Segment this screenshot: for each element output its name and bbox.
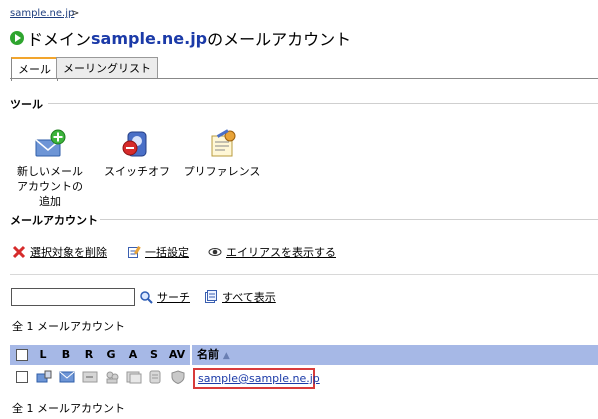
group-edit-label: 一括設定 [145,246,189,259]
redirect-icon [82,371,98,383]
tool-add-mail-account[interactable]: 新しいメールアカウントの追加 [10,128,90,209]
column-header-a[interactable]: A [126,345,140,365]
tab-mailing-list-label: メーリングリスト [63,62,151,75]
column-header-g[interactable]: G [104,345,118,365]
accounts-divider [100,219,598,220]
delete-selected-label: 選択対象を削除 [30,246,107,259]
tool-add-mail-account-label: 新しいメールアカウントの追加 [17,165,83,208]
group-edit-icon [128,246,141,258]
breadcrumb-link[interactable]: sample.ne.jp [10,8,74,19]
group-icon [106,371,119,384]
actions-divider [10,274,598,275]
autoresponder-icon [126,371,142,384]
column-header-b[interactable]: B [59,345,73,365]
breadcrumb-separator: > [71,8,80,19]
account-count-bottom: 全 1 メールアカウント [12,402,125,415]
sort-asc-icon: ▲ [222,351,230,361]
search-button[interactable]: サーチ [139,289,190,305]
show-aliases-button[interactable]: エイリアスを表示する [208,244,336,260]
column-header-av[interactable]: AV [167,345,187,365]
show-aliases-label: エイリアスを表示する [226,246,336,259]
mailbox-icon [59,371,75,383]
select-all-checkbox[interactable] [16,349,28,361]
accounts-section-title: メールアカウント [10,214,98,227]
column-header-r[interactable]: R [82,345,96,365]
column-header-name[interactable]: 名前 ▲ [197,345,230,365]
search-icon [140,291,153,304]
tool-switch-off[interactable]: スイッチオフ [97,128,177,179]
tools-divider [48,103,598,104]
antivirus-shield-icon [171,370,185,384]
tab-mail-label: メール [18,63,51,76]
go-arrow-icon [10,31,24,45]
delete-icon [12,245,26,259]
tool-preferences-label: プリファレンス [183,165,261,178]
group-edit-button[interactable]: 一括設定 [127,244,189,260]
tool-preferences[interactable]: プリファレンス [182,128,262,179]
mail-add-icon [35,129,66,157]
column-header-l[interactable]: L [36,345,50,365]
search-label: サーチ [157,291,190,304]
table-header [10,345,598,365]
login-enabled-icon [36,370,52,383]
column-header-s[interactable]: S [147,345,161,365]
spam-filter-icon [149,370,161,384]
title-prefix: ドメイン [27,30,92,49]
page-title: ドメイン sample.ne.jp のメールアカウント [10,26,351,50]
account-email-link[interactable]: sample@sample.ne.jp [193,368,320,389]
eye-icon [208,248,222,256]
title-domain: sample.ne.jp [91,28,208,48]
preferences-icon [211,129,236,157]
account-count-top: 全 1 メールアカウント [12,320,125,333]
delete-selected-button[interactable]: 選択対象を削除 [12,244,107,260]
show-all-label: すべて表示 [222,291,276,304]
tab-baseline [10,78,598,79]
row-checkbox[interactable] [16,371,28,383]
column-header-name-label: 名前 [197,348,219,361]
tools-section-title: ツール [10,98,43,111]
tab-mailing-list[interactable]: メーリングリスト [56,57,158,79]
switch-off-icon [122,131,147,157]
show-all-button[interactable]: すべて表示 [204,289,276,305]
show-all-icon [205,290,217,303]
title-suffix: のメールアカウント [207,30,352,49]
tool-switch-off-label: スイッチオフ [104,165,170,178]
search-input[interactable] [11,288,135,306]
